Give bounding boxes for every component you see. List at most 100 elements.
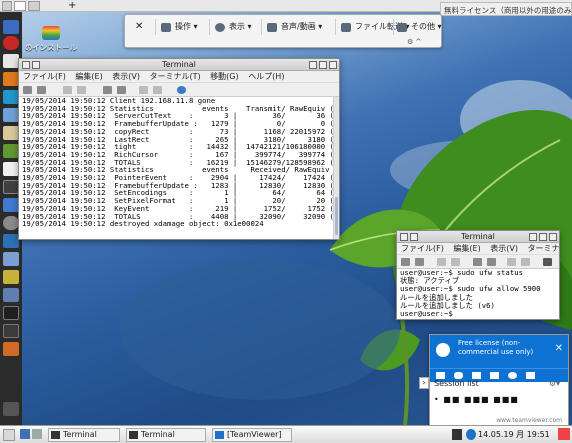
app-icon[interactable]: [3, 198, 19, 212]
files-icon[interactable]: [3, 20, 19, 34]
screen-icon[interactable]: [508, 372, 517, 379]
zoom-out-icon[interactable]: [117, 86, 126, 94]
network-icon[interactable]: [3, 234, 19, 248]
minimize-icon[interactable]: [529, 233, 537, 241]
close-icon[interactable]: ✕: [555, 343, 563, 354]
maximize-icon[interactable]: [539, 233, 547, 241]
document-icon[interactable]: [3, 162, 19, 176]
close-icon[interactable]: [549, 233, 557, 241]
window-menu-icon[interactable]: [400, 233, 408, 241]
copy-icon[interactable]: [63, 86, 72, 94]
help-icon[interactable]: [177, 86, 186, 94]
pin-icon[interactable]: [410, 233, 418, 241]
paste-icon[interactable]: [77, 86, 86, 94]
footer-link[interactable]: www.teamviewer.com: [496, 417, 562, 424]
menu-terminal[interactable]: ターミナル(T): [150, 72, 201, 81]
collapse-icon[interactable]: ⚙ ^: [407, 38, 427, 46]
scrollbar[interactable]: [333, 97, 339, 239]
trash-icon[interactable]: [3, 402, 19, 416]
file-icon[interactable]: [526, 372, 535, 379]
session-settings-icon[interactable]: ⚙▾: [549, 379, 560, 388]
popup-expand-icon[interactable]: ›: [419, 377, 429, 389]
archive-icon[interactable]: [3, 126, 19, 140]
pin-icon[interactable]: [32, 61, 40, 69]
video-icon[interactable]: [436, 372, 445, 379]
zoom-in-icon[interactable]: [103, 86, 112, 94]
next-tab-icon[interactable]: [521, 258, 530, 266]
menu-bar: ファイル(F) 編集(E) 表示(V) ターミナル(T) 移動(G) ヘルプ(H…: [19, 71, 339, 83]
console-icon[interactable]: [3, 324, 19, 338]
chat-icon[interactable]: [472, 372, 481, 379]
task-label: Terminal: [141, 430, 175, 439]
previous-tab-icon[interactable]: [139, 86, 148, 94]
opera-icon[interactable]: [3, 36, 19, 50]
power-icon[interactable]: [558, 428, 570, 440]
menu-icon[interactable]: [3, 429, 15, 441]
workspace-1[interactable]: [20, 429, 30, 439]
settings-icon[interactable]: [3, 216, 19, 230]
previous-tab-icon[interactable]: [507, 258, 516, 266]
close-icon[interactable]: [329, 61, 337, 69]
menu-view[interactable]: 表示(V): [112, 72, 140, 81]
firefox-icon[interactable]: [3, 72, 19, 86]
close-session-button[interactable]: ✕: [131, 19, 143, 35]
separator: [209, 19, 210, 35]
globe-icon[interactable]: [3, 252, 19, 266]
chevron-down-icon[interactable]: [543, 258, 552, 266]
pen-icon[interactable]: [452, 429, 462, 440]
terminal-icon[interactable]: [3, 180, 19, 194]
teamviewer-popup: Free license (non-commercial use only) ✕…: [429, 334, 569, 428]
teamviewer-tray-icon[interactable]: [466, 429, 476, 440]
minimize-icon[interactable]: [309, 61, 317, 69]
new-window-icon[interactable]: [37, 86, 46, 94]
session-list-label[interactable]: Session list: [434, 379, 479, 388]
menu-terminal[interactable]: ターミナル(T): [528, 244, 560, 253]
workspace-2[interactable]: [32, 429, 42, 439]
zoom-out-icon[interactable]: [487, 258, 496, 266]
paste-icon[interactable]: [451, 258, 460, 266]
new-tab-icon[interactable]: [23, 86, 32, 94]
audio-video-menu-button[interactable]: 音声/動画 ▾: [265, 19, 322, 35]
maximize-icon[interactable]: [319, 61, 327, 69]
new-tab-icon[interactable]: [401, 258, 410, 266]
window-tab-2[interactable]: [28, 1, 40, 11]
menu-go[interactable]: 移動(G): [210, 72, 238, 81]
system-monitor-icon[interactable]: [3, 306, 19, 320]
image-icon[interactable]: [3, 144, 19, 158]
package-icon[interactable]: [3, 270, 19, 284]
plus-icon[interactable]: +: [68, 0, 76, 11]
view-menu-button[interactable]: 表示 ▾: [213, 19, 252, 35]
monitor-icon[interactable]: [3, 288, 19, 302]
window-tab[interactable]: [14, 1, 26, 11]
terminal-output[interactable]: user@user:~$ sudo ufw status 状態: アクティブ use…: [397, 269, 559, 319]
window-menu-icon[interactable]: [22, 61, 30, 69]
next-tab-icon[interactable]: [153, 86, 162, 94]
whiteboard-icon[interactable]: [490, 372, 499, 379]
terminal-output[interactable]: 19/05/2014 19:50:12 Client 192.168.11.8 …: [19, 97, 339, 239]
scrollbar-thumb[interactable]: [335, 197, 338, 235]
menu-edit[interactable]: 編集(E): [453, 244, 480, 253]
desktop-installer-icon[interactable]: のインストール: [24, 26, 78, 60]
task-teamviewer[interactable]: [TeamViewer]: [212, 428, 292, 442]
task-terminal-2[interactable]: Terminal: [126, 428, 206, 442]
editor-icon[interactable]: [3, 54, 19, 68]
zoom-in-icon[interactable]: [473, 258, 482, 266]
clock[interactable]: 14.05.19 月 19:51: [478, 428, 550, 441]
menu-file[interactable]: ファイル(F): [401, 244, 444, 253]
menu-view[interactable]: 表示(V): [490, 244, 518, 253]
new-window-icon[interactable]: [415, 258, 424, 266]
menu-help[interactable]: ヘルプ(H): [248, 72, 284, 81]
teamviewer-icon[interactable]: [3, 90, 19, 104]
browser-icon[interactable]: [3, 108, 19, 122]
menu-file[interactable]: ファイル(F): [23, 72, 66, 81]
task-terminal-1[interactable]: Terminal: [48, 428, 120, 442]
copy-icon[interactable]: [437, 258, 446, 266]
folder-icon: [341, 23, 351, 32]
session-id[interactable]: • ■■ ■■■ ■■■: [434, 395, 519, 404]
home-tab[interactable]: [2, 1, 12, 11]
menu-edit[interactable]: 編集(E): [75, 72, 102, 81]
misc-icon[interactable]: [3, 342, 19, 356]
more-menu-button[interactable]: その他 ▾: [395, 19, 442, 35]
phone-icon[interactable]: [454, 372, 463, 379]
actions-menu-button[interactable]: 操作 ▾: [159, 19, 198, 35]
